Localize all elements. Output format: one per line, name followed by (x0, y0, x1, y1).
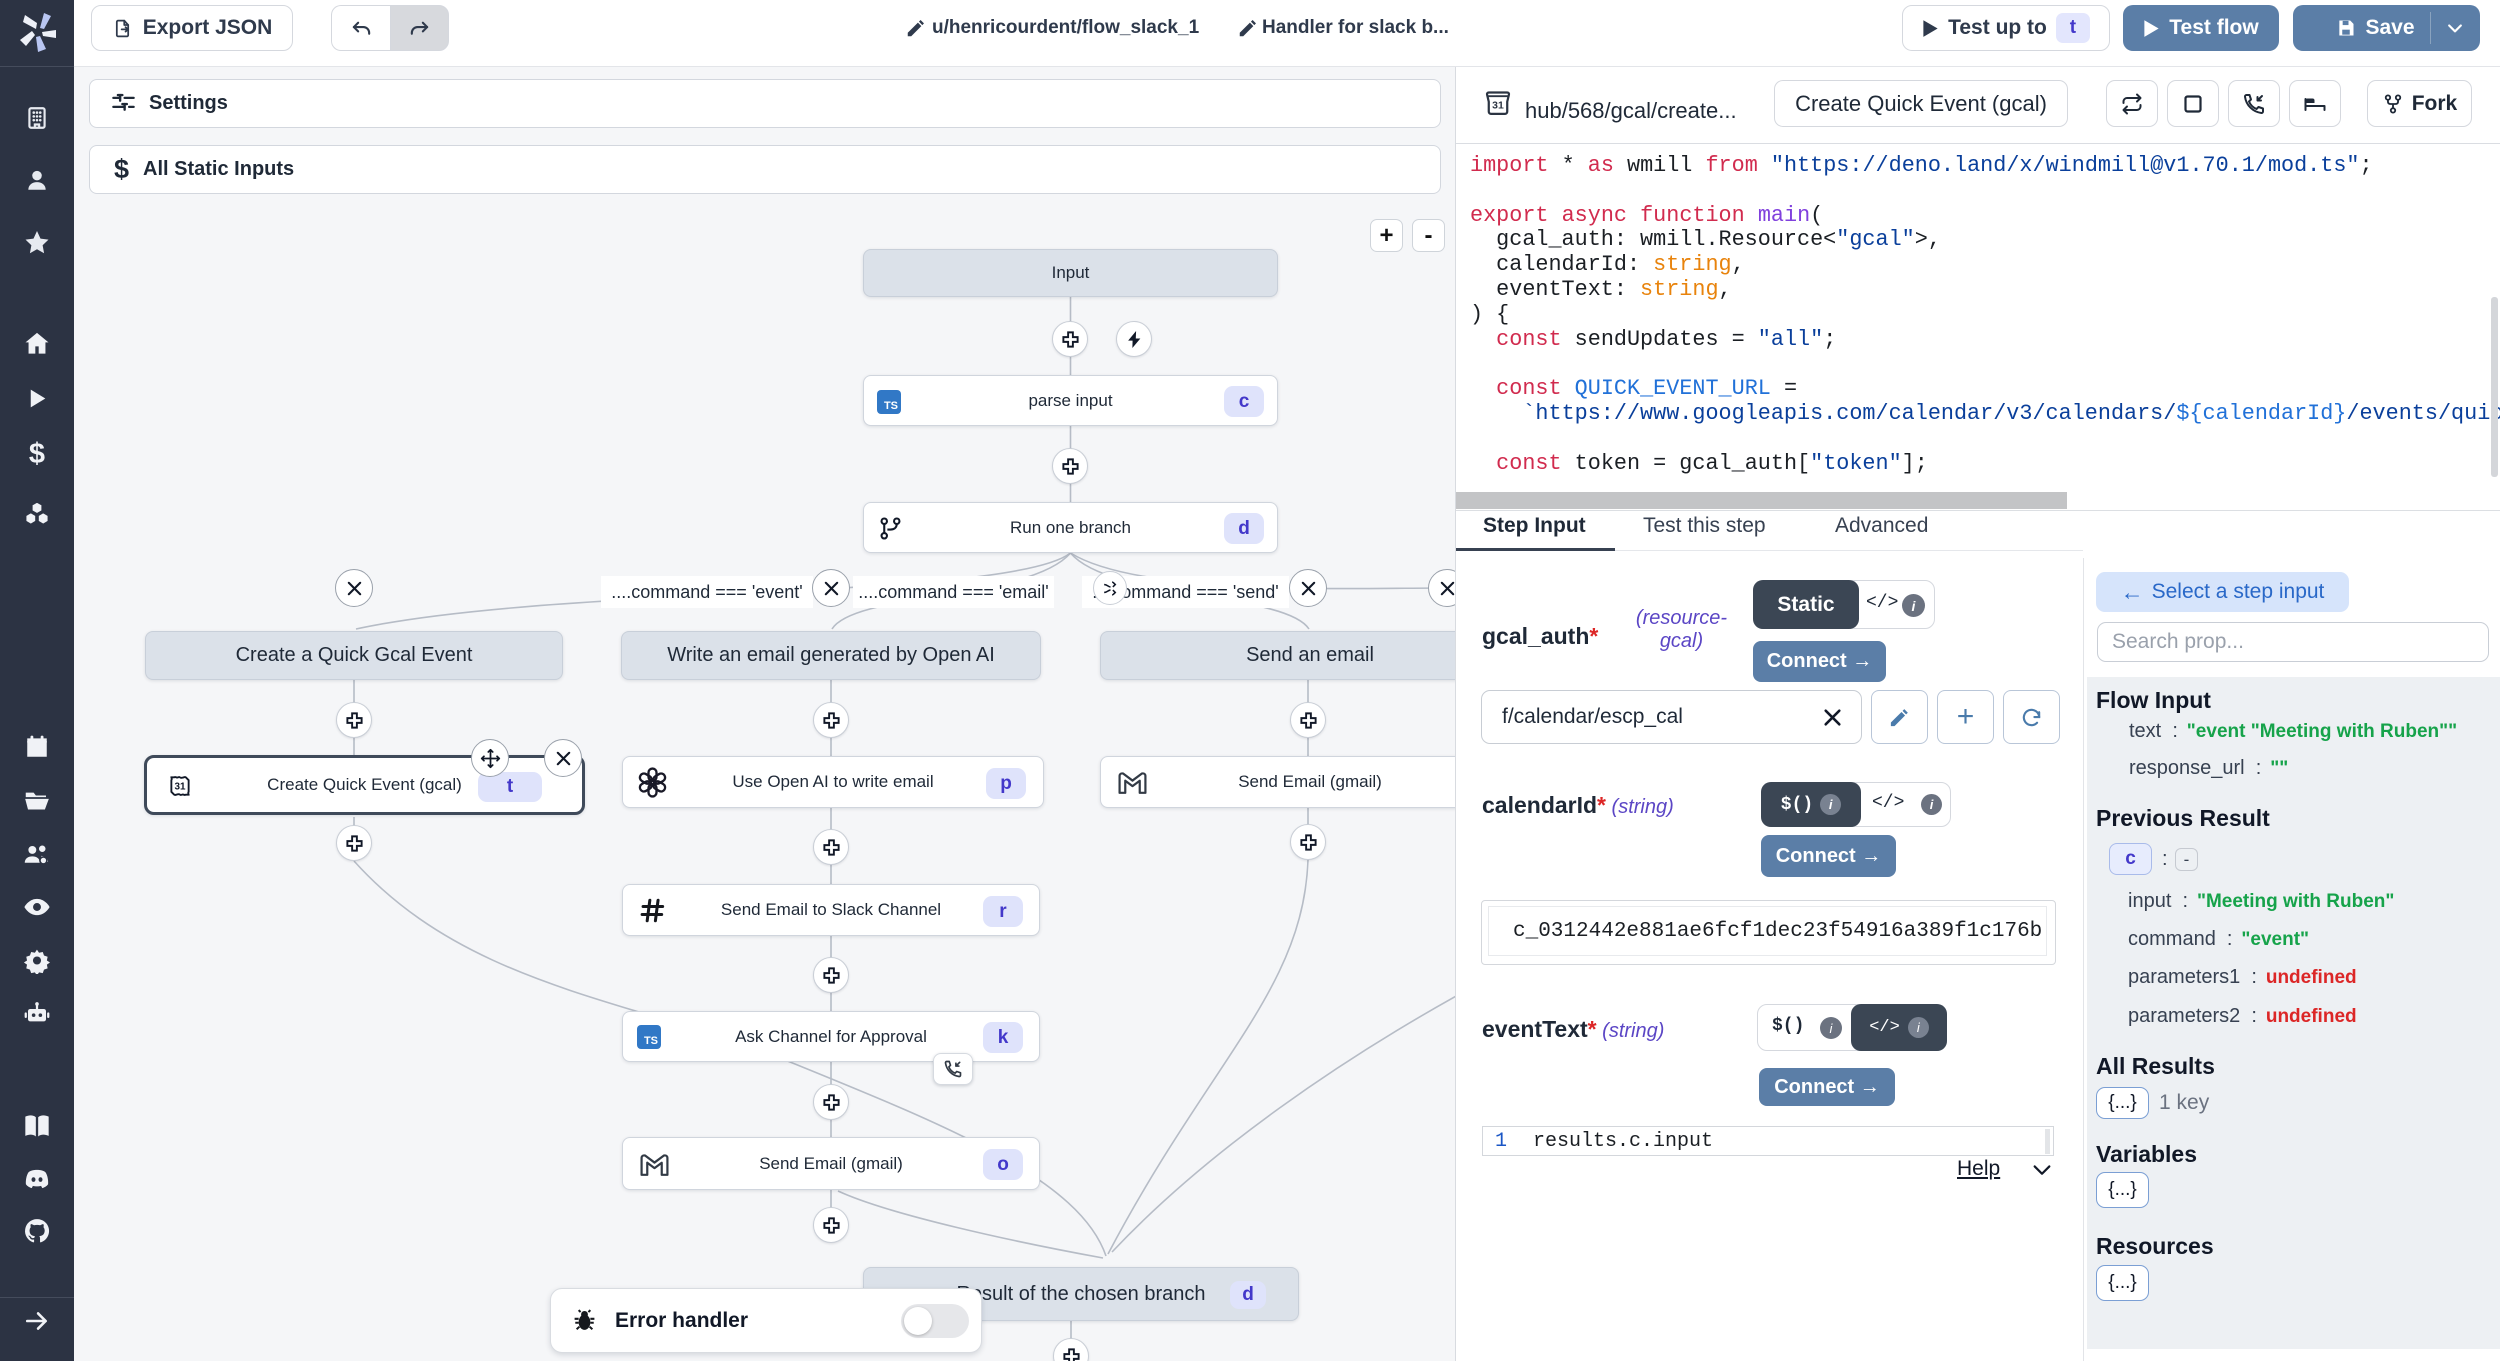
svg-text:31: 31 (1492, 101, 1504, 112)
